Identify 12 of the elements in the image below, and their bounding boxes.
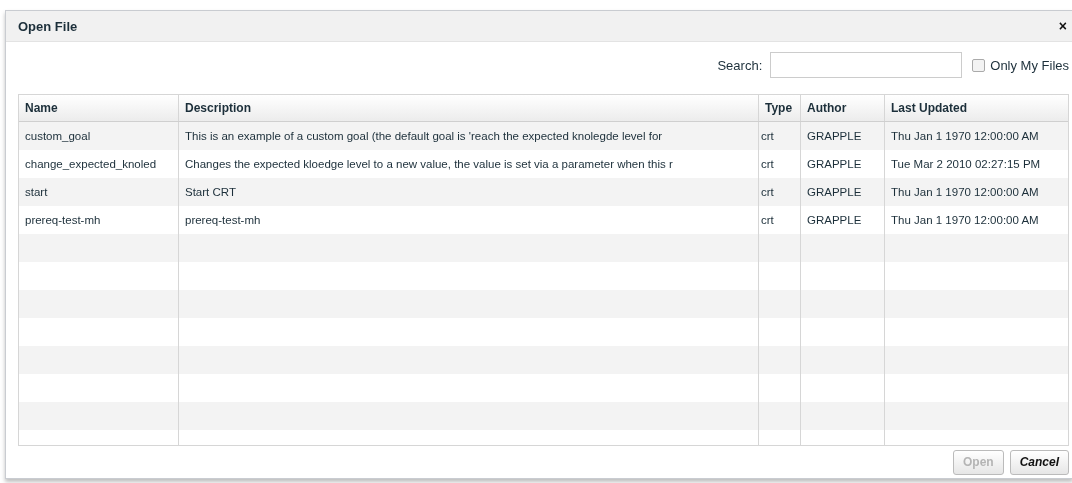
column-header[interactable]: Description: [179, 95, 759, 121]
column-header[interactable]: Type: [759, 95, 801, 121]
search-field[interactable]: [770, 52, 963, 78]
close-button[interactable]: ×: [1056, 18, 1069, 34]
dialog-title: Open File: [18, 18, 78, 34]
checkbox[interactable]: [972, 58, 986, 72]
cancel-button[interactable]: Cancel: [1009, 449, 1069, 475]
column-header[interactable]: Last Updated: [885, 95, 1068, 121]
column-header[interactable]: Author: [801, 95, 885, 121]
checkbox-label: Only My Files: [990, 57, 1069, 73]
column-header[interactable]: Name: [19, 95, 179, 121]
search-label: Search:: [717, 57, 763, 73]
